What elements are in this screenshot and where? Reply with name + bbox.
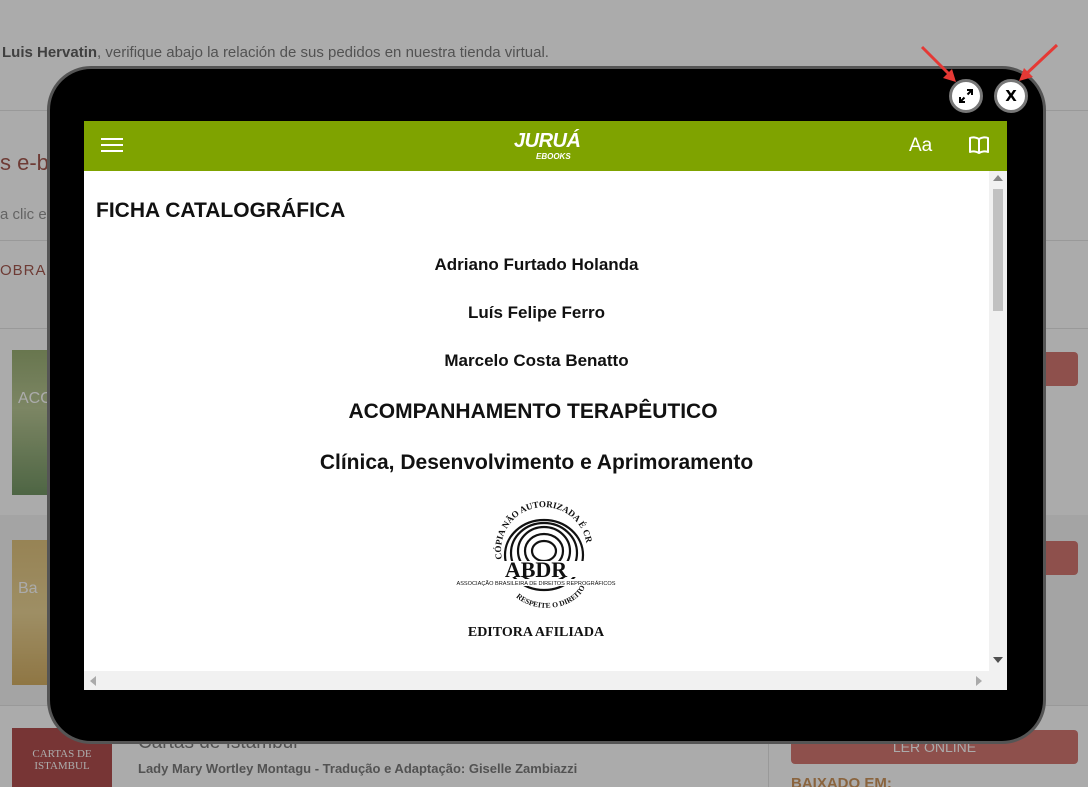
hamburger-icon xyxy=(101,138,123,152)
ebook-reader: JURUÁ EBOOKS Aa FICHA CATALOGRÁFICA Adri… xyxy=(84,121,1007,690)
close-label: X xyxy=(1005,87,1017,105)
scroll-down-icon[interactable] xyxy=(993,657,1003,663)
jurua-logo: JURUÁ EBOOKS xyxy=(514,130,581,161)
scroll-up-icon[interactable] xyxy=(993,175,1003,181)
author-name: Marcelo Costa Benatto xyxy=(444,351,629,370)
horizontal-scrollbar[interactable] xyxy=(84,671,989,690)
scroll-left-icon[interactable] xyxy=(90,676,96,686)
expand-icon xyxy=(959,89,973,103)
reader-toolbar: JURUÁ EBOOKS Aa xyxy=(84,121,1007,171)
arrow-icon xyxy=(1019,43,1059,81)
menu-button[interactable] xyxy=(101,136,123,156)
svg-text:ABDR: ABDR xyxy=(505,557,568,582)
scroll-right-icon[interactable] xyxy=(976,676,982,686)
abdr-seal: ABDR ASSOCIAÇÃO BRASILEIRA DE DIREITOS R… xyxy=(450,493,618,641)
book-title: ACOMPANHAMENTO TERAPÊUTICO xyxy=(348,400,718,423)
font-size-button[interactable]: Aa xyxy=(909,135,932,157)
author-name: Luís Felipe Ferro xyxy=(468,303,605,322)
affiliate-label: EDITORA AFILIADA xyxy=(467,625,605,640)
arrow-icon xyxy=(920,45,956,82)
author-name: Adriano Furtado Holanda xyxy=(434,255,639,274)
svg-text:RESPEITE O DIREITO AUTORAL: RESPEITE O DIREITO AUTORAL xyxy=(454,501,587,610)
scrollbar-thumb[interactable] xyxy=(993,189,1003,311)
page-content: FICHA CATALOGRÁFICA Adriano Furtado Hola… xyxy=(84,171,989,671)
svg-text:ASSOCIAÇÃO BRASILEIRA DE DIREI: ASSOCIAÇÃO BRASILEIRA DE DIREITOS REPROG… xyxy=(456,580,615,587)
page-heading: FICHA CATALOGRÁFICA xyxy=(96,199,346,222)
vertical-scrollbar[interactable] xyxy=(989,171,1007,671)
book-subtitle: Clínica, Desenvolvimento e Aprimoramento xyxy=(319,451,754,474)
open-book-icon xyxy=(969,136,989,154)
scrollbar-corner xyxy=(989,671,1007,690)
fingerprint-logo-icon: ABDR ASSOCIAÇÃO BRASILEIRA DE DIREITOS R… xyxy=(450,493,616,610)
table-of-contents-button[interactable] xyxy=(968,135,990,155)
